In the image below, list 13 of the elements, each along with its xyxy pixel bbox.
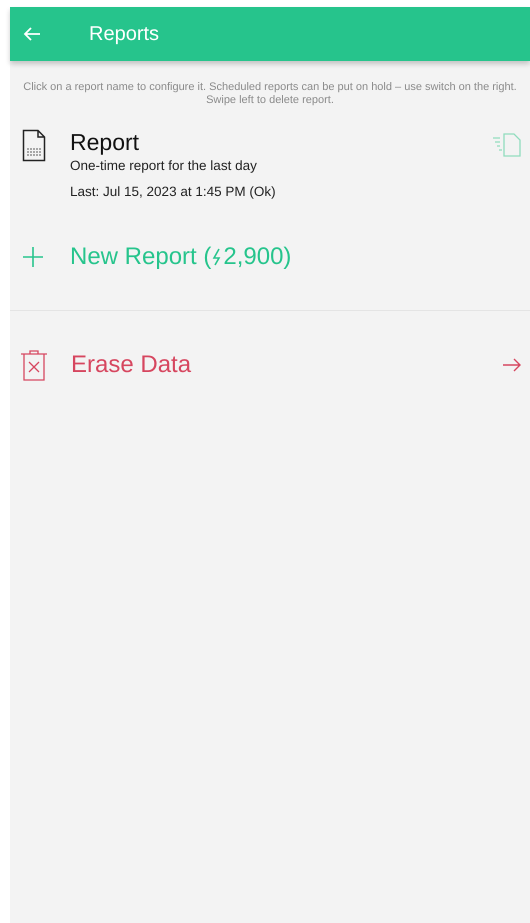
last-run-text: Last: Jul 15, 2023 at 1:45 PM (Ok) [70,184,276,199]
trash-icon [20,349,48,381]
instruction-text: Click on a report name to configure it. Scheduled reports can be put on hold – use switch on the right. Swipe left to delete report. [22,80,518,107]
new-report-button[interactable]: New Report ( 2,900) [22,243,292,271]
arrow-right-icon [502,357,522,373]
document-list-icon[interactable] [492,133,522,157]
spreadsheet-document-icon [22,129,46,162]
lightning-icon [211,247,224,267]
screen-title: Reports [89,22,160,46]
erase-data-button[interactable]: Erase Data [10,349,530,381]
plus-icon [22,246,44,268]
report-description: One-time report for the last day [70,158,258,173]
report-name-link[interactable]: Report [70,129,140,156]
